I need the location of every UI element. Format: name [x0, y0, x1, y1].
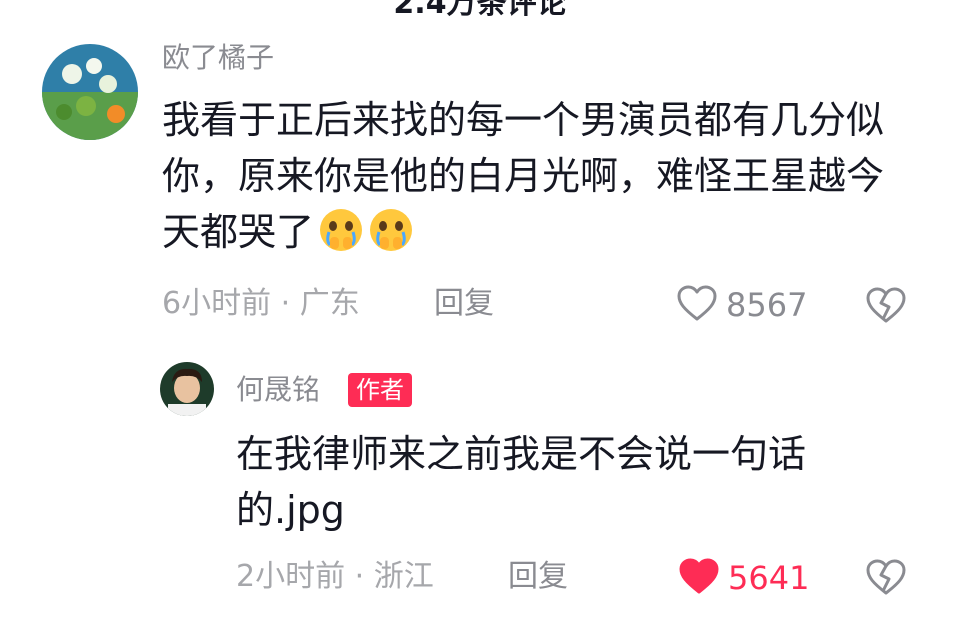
like-button[interactable]: 8567: [676, 284, 807, 326]
reply-button[interactable]: 回复: [508, 557, 568, 597]
broken-heart-icon: [864, 559, 908, 600]
like-count: 5641: [728, 559, 810, 597]
heart-outline-icon: [676, 284, 718, 326]
dislike-button[interactable]: [864, 286, 908, 328]
avatar[interactable]: [160, 362, 214, 416]
comment-time: 6小时前: [162, 286, 272, 321]
like-button[interactable]: 5641: [678, 557, 809, 599]
crying-face-emoji-icon: [318, 207, 364, 253]
comment-text: 我看于正后来找的每一个男演员都有几分似你，原来你是他的白月光啊，难怪王星越今天都…: [162, 92, 892, 260]
comment-count-title: 2.4万条评论: [393, 0, 567, 21]
comment-username[interactable]: 欧了橘子: [162, 40, 274, 76]
avatar[interactable]: [42, 44, 138, 140]
reply-meta: 2小时前 · 浙江: [236, 557, 434, 597]
dislike-button[interactable]: [864, 558, 908, 600]
separator-dot: ·: [354, 559, 374, 594]
broken-heart-icon: [864, 287, 908, 328]
comment-meta: 6小时前 · 广东: [162, 284, 360, 324]
crying-face-emoji-icon: [368, 207, 414, 253]
reply-time: 2小时前: [236, 559, 346, 594]
comment-page: 2.4万条评论 欧了橘子 我看于正后来找的每一个男演员都有几分似你，原来你是他的…: [0, 0, 960, 618]
separator-dot: ·: [280, 286, 300, 321]
reply-text: 在我律师来之前我是不会说一句话的.jpg: [236, 432, 807, 532]
heart-filled-icon: [678, 557, 720, 599]
author-badge: 作者: [348, 373, 412, 407]
reply-username[interactable]: 何晟铭: [236, 372, 320, 408]
comment-body: 我看于正后来找的每一个男演员都有几分似你，原来你是他的白月光啊，难怪王星越今天都…: [162, 98, 885, 254]
comment-location: 广东: [299, 286, 360, 321]
like-count: 8567: [726, 286, 808, 324]
reply-location: 浙江: [373, 559, 434, 594]
reply-button[interactable]: 回复: [434, 284, 494, 324]
